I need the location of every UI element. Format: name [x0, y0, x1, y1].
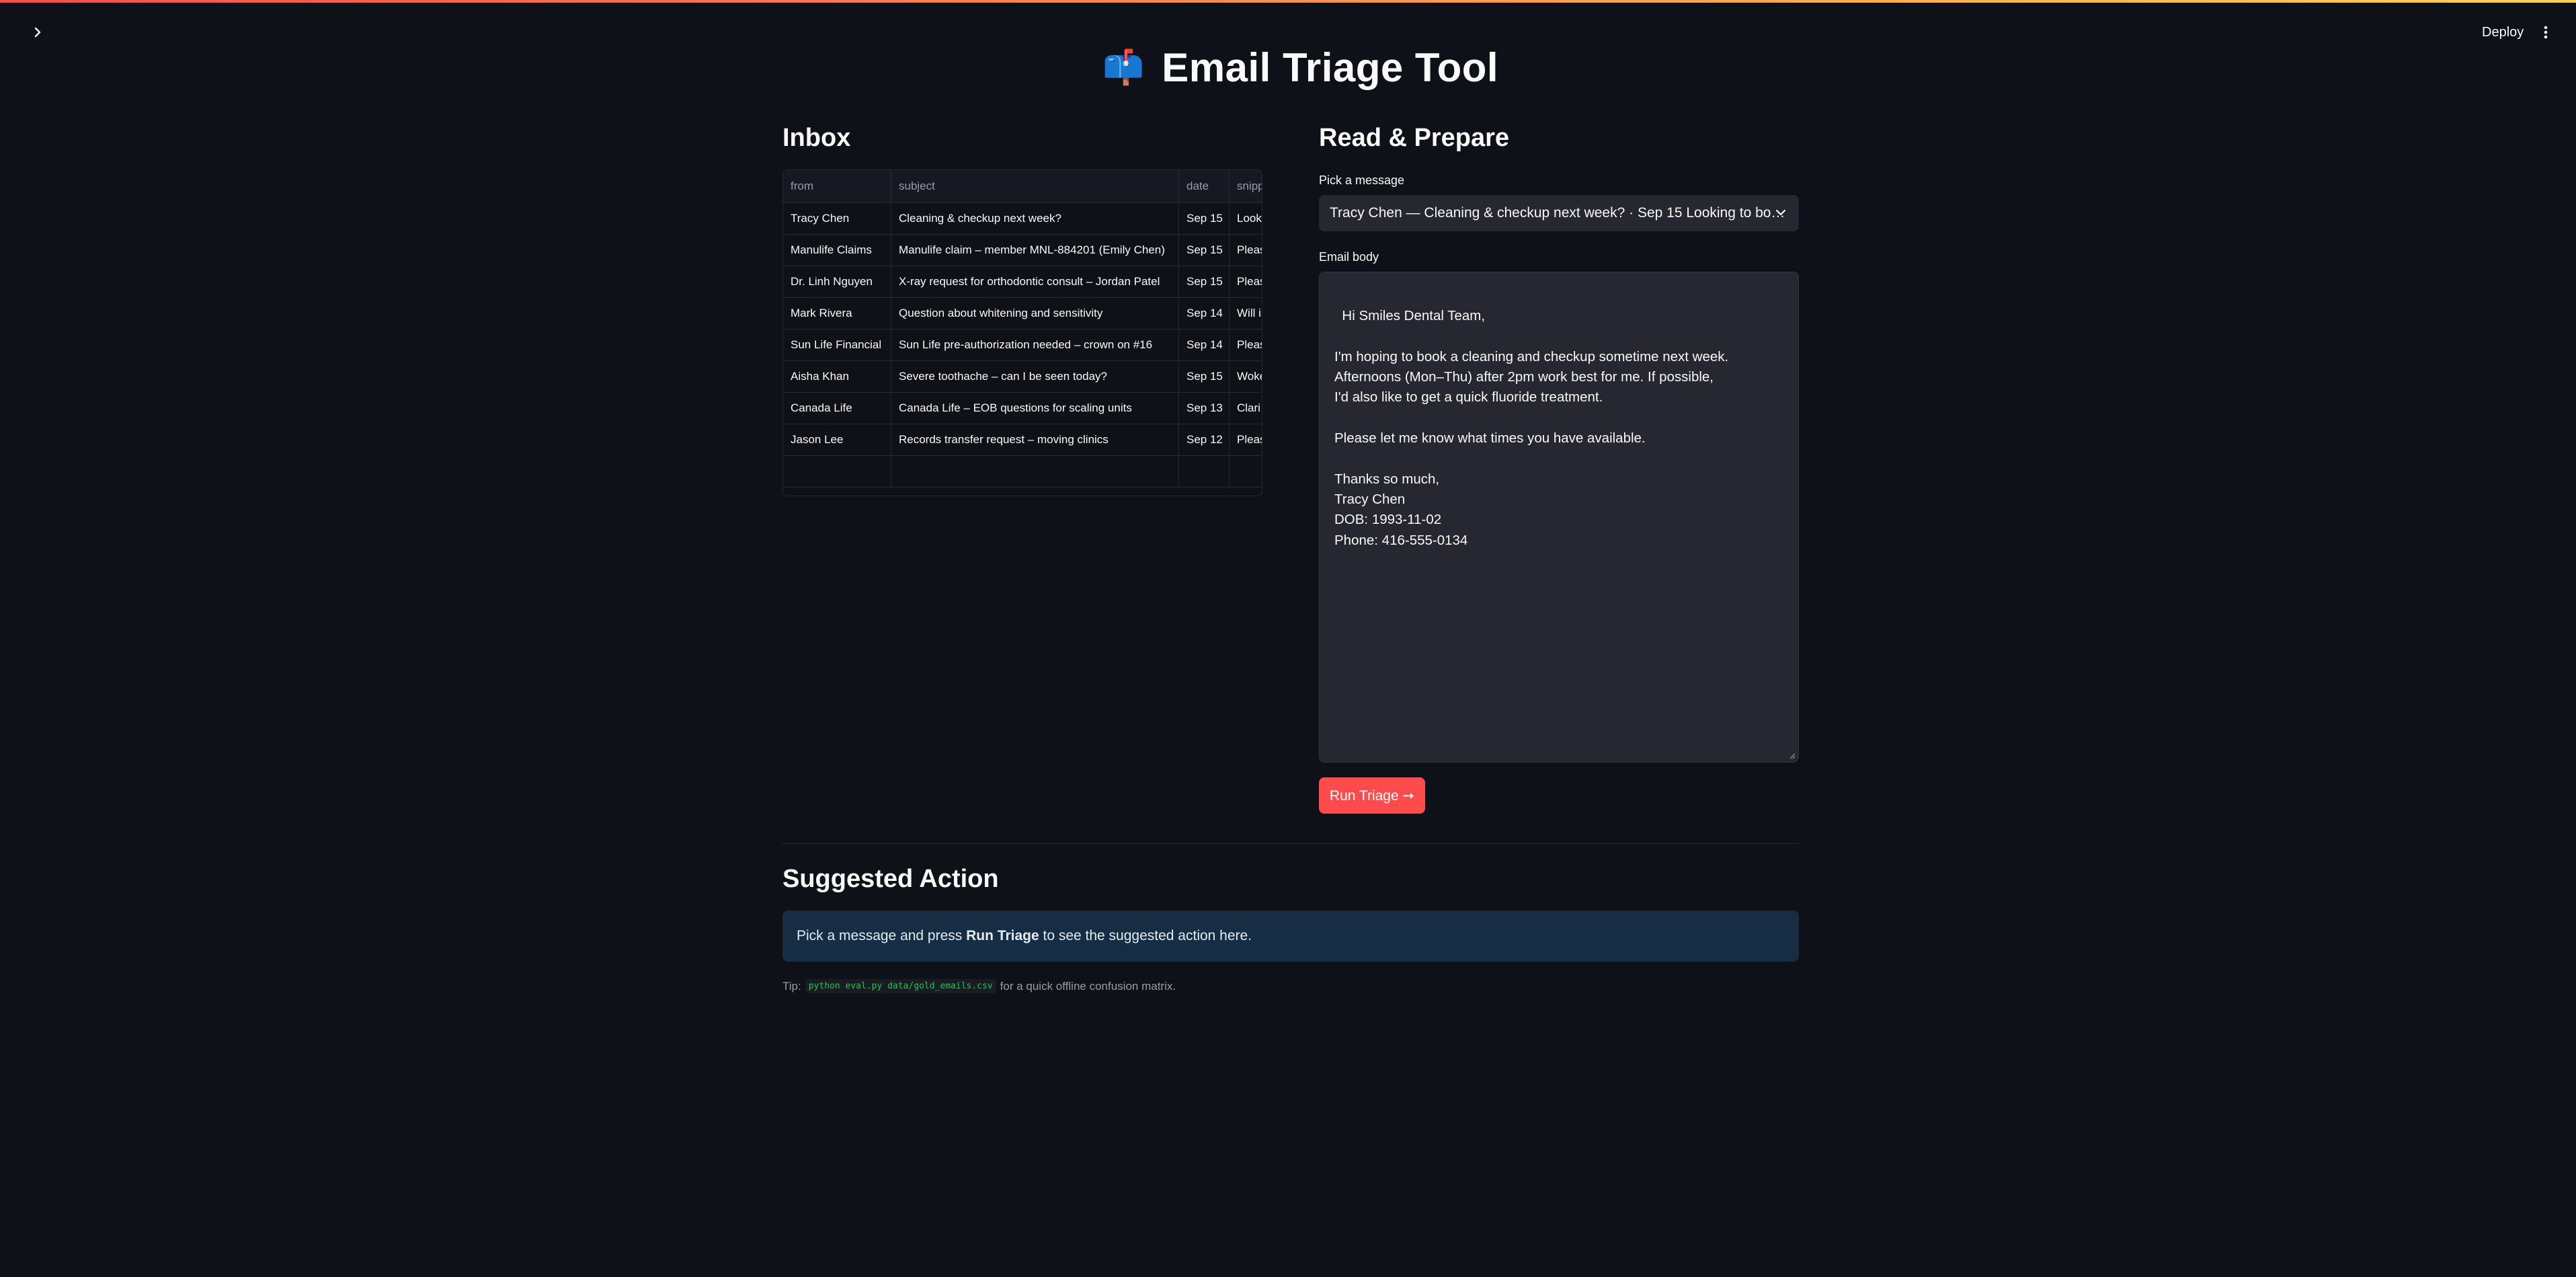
cell-snippet: Will i: [1230, 297, 1262, 329]
cell-date: Sep 15: [1179, 234, 1230, 266]
table-empty-row: [783, 455, 1262, 488]
info-text-suffix: to see the suggested action here.: [1039, 928, 1252, 943]
cell-snippet: Woke: [1230, 360, 1262, 392]
cell-snippet: Pleas: [1230, 266, 1262, 297]
cell-snippet: Pleas: [1230, 424, 1262, 455]
main-menu-button[interactable]: [2536, 19, 2556, 46]
cell-date: Sep 15: [1179, 266, 1230, 297]
cell-date: Sep 13: [1179, 392, 1230, 424]
message-select-value: Tracy Chen — Cleaning & checkup next wee…: [1330, 205, 1785, 221]
mailbox-icon: 📫: [1102, 48, 1145, 86]
cell-from: Canada Life: [783, 392, 891, 424]
tip-prefix: Tip:: [782, 979, 801, 993]
expand-sidebar-button[interactable]: [24, 19, 51, 46]
inbox-table[interactable]: from subject date snipp Tracy Chen Cleani…: [782, 169, 1262, 496]
cell-snippet: [1230, 455, 1262, 487]
cell-from: Dr. Linh Nguyen: [783, 266, 891, 297]
cell-from: [783, 455, 891, 487]
chevron-down-icon: [1775, 209, 1786, 216]
table-row[interactable]: Sun Life Financial Sun Life pre-authoriza…: [783, 329, 1262, 361]
email-body-textarea[interactable]: Hi Smiles Dental Team, I'm hoping to boo…: [1319, 272, 1799, 763]
run-triage-button[interactable]: Run Triage ➙: [1319, 777, 1425, 814]
info-text-prefix: Pick a message and press: [797, 928, 967, 943]
cell-from: Manulife Claims: [783, 234, 891, 266]
table-row[interactable]: Manulife Claims Manulife claim – member M…: [783, 234, 1262, 266]
cell-from: Mark Rivera: [783, 297, 891, 329]
message-select[interactable]: Tracy Chen — Cleaning & checkup next wee…: [1319, 195, 1799, 231]
deploy-button[interactable]: Deploy: [2474, 20, 2532, 44]
column-header-snippet[interactable]: snipp: [1230, 170, 1262, 202]
cell-subject: Sun Life pre-authorization needed – crow…: [891, 329, 1179, 360]
cell-date: [1179, 455, 1230, 487]
cell-subject: Records transfer request – moving clinic…: [891, 424, 1179, 455]
email-body-label: Email body: [1319, 250, 1379, 264]
cell-subject: Question about whitening and sensitivity: [891, 297, 1179, 329]
cell-subject: Canada Life – EOB questions for scaling …: [891, 392, 1179, 424]
suggested-action-info: Pick a message and press Run Triage to s…: [782, 911, 1799, 962]
suggested-action-heading: Suggested Action: [782, 865, 999, 893]
cell-date: Sep 15: [1179, 360, 1230, 392]
cell-snippet: Clari: [1230, 392, 1262, 424]
more-vertical-icon: [2544, 26, 2548, 39]
cell-subject: Severe toothache – can I be seen today?: [891, 360, 1179, 392]
tip-code: python eval.py data/gold_emails.csv: [805, 979, 996, 993]
cell-snippet: Pleas: [1230, 329, 1262, 360]
cell-from: Jason Lee: [783, 424, 891, 455]
table-row[interactable]: Canada Life Canada Life – EOB questions f…: [783, 392, 1262, 424]
resize-handle-icon[interactable]: [1787, 751, 1796, 759]
inbox-heading: Inbox: [782, 124, 851, 152]
email-body-text: Hi Smiles Dental Team, I'm hoping to boo…: [1334, 308, 1729, 548]
cell-date: Sep 14: [1179, 329, 1230, 360]
table-row[interactable]: Jason Lee Records transfer request – movi…: [783, 424, 1262, 456]
cell-from: Tracy Chen: [783, 202, 891, 234]
table-row[interactable]: Dr. Linh Nguyen X-ray request for orthodo…: [783, 266, 1262, 298]
pick-message-label: Pick a message: [1319, 173, 1405, 187]
cell-from: Sun Life Financial: [783, 329, 891, 360]
top-decoration-bar: [0, 0, 2576, 3]
column-header-from[interactable]: from: [783, 170, 891, 202]
cell-subject: Cleaning & checkup next week?: [891, 202, 1179, 234]
section-divider: [782, 843, 1799, 844]
table-row[interactable]: Mark Rivera Question about whitening and …: [783, 297, 1262, 330]
table-row[interactable]: Aisha Khan Severe toothache – can I be se…: [783, 360, 1262, 393]
table-row[interactable]: Tracy Chen Cleaning & checkup next week? S…: [783, 202, 1262, 235]
page-title-text: Email Triage Tool: [1162, 44, 1499, 90]
chevron-right-icon: [34, 27, 41, 38]
cell-snippet: Looki: [1230, 202, 1262, 234]
cell-snippet: Pleas: [1230, 234, 1262, 266]
column-header-date[interactable]: date: [1179, 170, 1230, 202]
cell-date: Sep 15: [1179, 202, 1230, 234]
cell-subject: Manulife claim – member MNL-884201 (Emil…: [891, 234, 1179, 266]
cell-date: Sep 14: [1179, 297, 1230, 329]
read-prepare-heading: Read & Prepare: [1319, 124, 1510, 152]
column-header-subject[interactable]: subject: [891, 170, 1179, 202]
tip-suffix: for a quick offline confusion matrix.: [1000, 979, 1176, 993]
cell-from: Aisha Khan: [783, 360, 891, 392]
cell-subject: X-ray request for orthodontic consult – …: [891, 266, 1179, 297]
table-header-row: from subject date snipp: [783, 170, 1262, 203]
cell-date: Sep 12: [1179, 424, 1230, 455]
page-title: 📫 Email Triage Tool: [1102, 40, 1498, 94]
cell-subject: [891, 455, 1179, 487]
tip-caption: Tip: python eval.py data/gold_emails.csv…: [782, 979, 1176, 993]
info-text-bold: Run Triage: [966, 928, 1039, 943]
